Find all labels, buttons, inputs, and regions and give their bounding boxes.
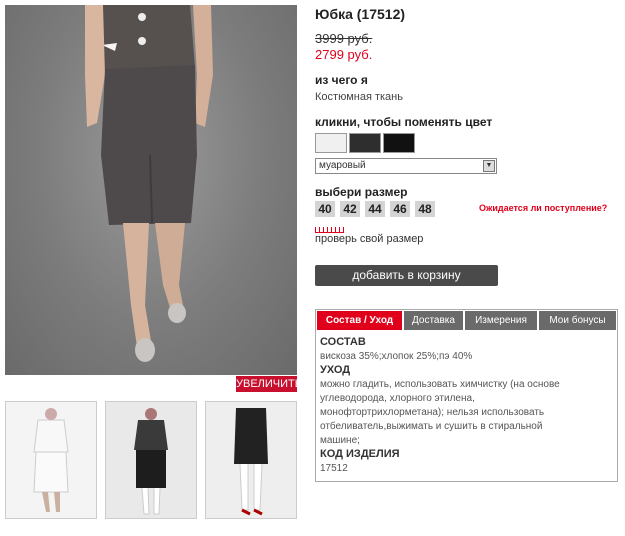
care-text-line-2: углеводорода, хлорного этилена, (320, 393, 475, 404)
care-text-line-4: отбеливатель,выжимать и сушить в стираль… (320, 421, 543, 432)
white-suit-image (33, 408, 69, 512)
care-heading: УХОД (320, 364, 351, 376)
color-swatch-dark-grey[interactable] (349, 133, 381, 153)
chevron-down-icon[interactable]: ▼ (483, 160, 495, 172)
tab-composition-care[interactable]: Состав / Уход (317, 311, 402, 330)
care-text-line-1: можно гладить, использовать химчистку (н… (320, 379, 560, 390)
product-code-value: 17512 (320, 463, 348, 474)
skirt-model-image (85, 5, 213, 362)
size-option-40[interactable]: 40 (315, 201, 335, 217)
thumbnail-black-skirt[interactable] (205, 401, 297, 519)
composition-heading: СОСТАВ (320, 336, 366, 348)
tab-delivery[interactable]: Доставка (404, 311, 463, 330)
product-code-heading: КОД ИЗДЕЛИЯ (320, 448, 400, 460)
black-suit-image (134, 408, 168, 515)
black-skirt-image (234, 408, 268, 516)
color-swatch-white[interactable] (315, 133, 347, 153)
material-value: Костюмная ткань (315, 91, 403, 103)
tab-measurements[interactable]: Измерения (465, 311, 537, 330)
thumbnail-white-suit[interactable] (5, 401, 97, 519)
composition-text: вискоза 35%;хлопок 25%;пэ 40% (320, 351, 473, 362)
add-to-cart-button[interactable]: добавить в корзину (315, 265, 498, 286)
main-product-photo[interactable] (5, 5, 297, 375)
care-text-line-5: машине; (320, 435, 360, 446)
care-text-line-3: монофтортрихлорметана); нельзя использов… (320, 407, 545, 418)
await-stock-link[interactable]: Ожидается ли поступление? (479, 203, 607, 213)
thumbnail-black-suit[interactable] (105, 401, 197, 519)
old-price: 3999 руб. (315, 31, 373, 46)
color-select[interactable]: муаровый ▼ (315, 158, 497, 174)
new-price: 2799 руб. (315, 47, 373, 62)
size-option-44[interactable]: 44 (365, 201, 385, 217)
zoom-button[interactable]: УВЕЛИЧИТЬ (236, 376, 302, 392)
material-label: из чего я (315, 73, 368, 87)
size-option-48[interactable]: 48 (415, 201, 435, 217)
size-label: выбери размер (315, 185, 408, 199)
color-select-value: муаровый (319, 160, 366, 171)
size-option-42[interactable]: 42 (340, 201, 360, 217)
size-option-46[interactable]: 46 (390, 201, 410, 217)
color-label: кликни, чтобы поменять цвет (315, 115, 493, 129)
product-title: Юбка (17512) (315, 6, 406, 22)
color-swatch-black[interactable] (383, 133, 415, 153)
check-size-link[interactable]: проверь свой размер (315, 233, 423, 245)
tab-my-bonuses[interactable]: Мои бонусы (539, 311, 616, 330)
info-tabs: Состав / Уход Доставка Измерения Мои бон… (315, 309, 618, 482)
